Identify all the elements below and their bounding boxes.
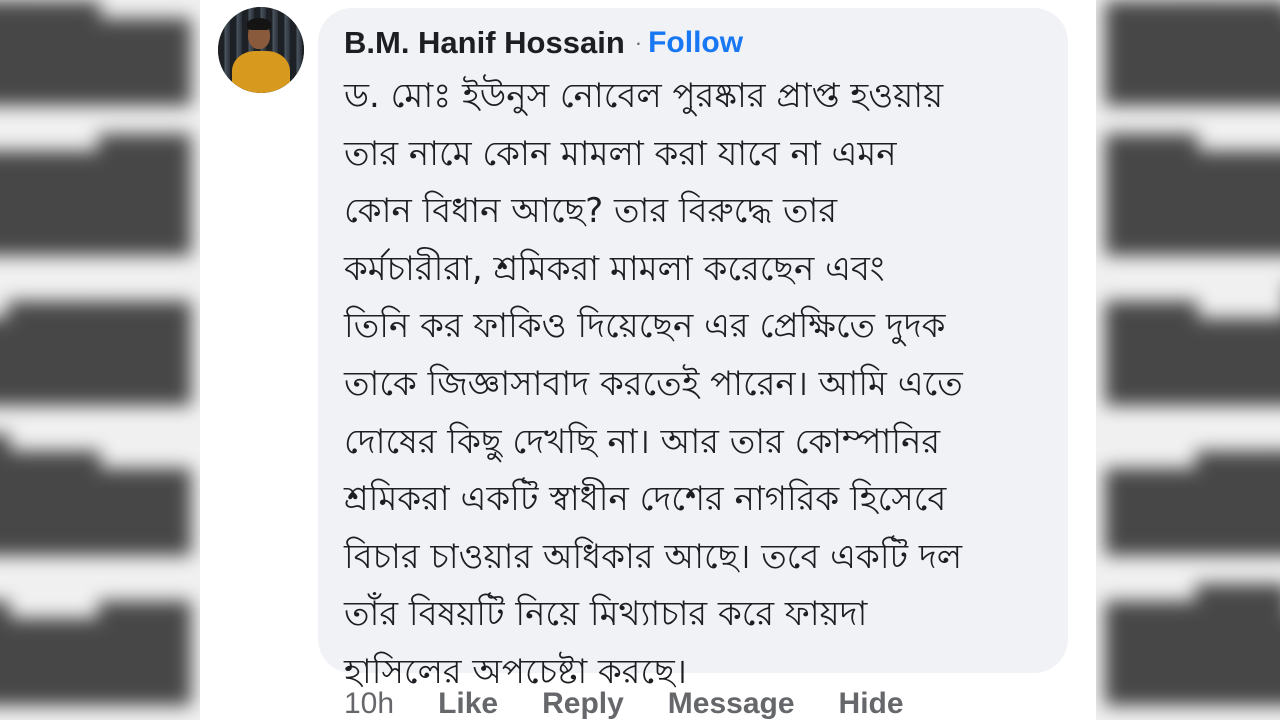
comment-text: ড. মোঃ ইউনুস নোবেল পুরষ্কার প্রাপ্ত হওয়… [344, 68, 1056, 702]
like-button[interactable]: Like [438, 687, 498, 720]
blurred-decoration: ▆▆▅▇▆▆▆▅▇▅▆▆▆▇▅ [1106, 0, 1280, 704]
comment-line: কোন বিধান আছে? তার বিরুদ্ধে তার [344, 191, 838, 232]
follow-button[interactable]: Follow [648, 26, 743, 60]
avatar-hair [247, 18, 271, 30]
blurred-decoration: ▆▆▅▆▆▇▅▆▆▇▆▅▆▅▆ [0, 0, 190, 704]
comment-line: তাঁর বিষয়টি নিয়ে মিথ্যাচার করে ফায়দা [344, 594, 868, 635]
reply-button[interactable]: Reply [542, 687, 624, 720]
comment-line: তার নামে কোন মামলা করা যাবে না এমন [344, 133, 897, 174]
comment-timestamp[interactable]: 10h [344, 687, 394, 720]
author-name[interactable]: B.M. Hanif Hossain [344, 25, 625, 61]
separator-dot: · [634, 30, 643, 55]
comment-line: তিনি কর ফাকিও দিয়েছেন এর প্রেক্ষিতে দুদ… [344, 306, 946, 347]
comment-line: তাকে জিজ্ঞাসাবাদ করতেই পারেন। আমি এতে [344, 363, 963, 404]
avatar[interactable] [218, 7, 304, 93]
comment-actions: 10h Like Reply Message Hide [344, 684, 948, 720]
message-button[interactable]: Message [668, 687, 795, 720]
comment-line: ড. মোঃ ইউনুস নোবেল পুরষ্কার প্রাপ্ত হওয়… [344, 76, 944, 116]
blurred-background-left: ▆▆▅▆▆▇▅▆▆▇▆▅▆▅▆ [0, 0, 200, 720]
comment-line: কর্মচারীরা, শ্রমিকরা মামলা করেছেন এবং [344, 248, 885, 289]
comment-line: বিচার চাওয়ার অধিকার আছে। তবে একটি দল [344, 536, 963, 577]
comment-line: দোষের কিছু দেখছি না। আর তার কোম্পানির [344, 421, 941, 462]
hide-button[interactable]: Hide [839, 687, 904, 720]
blurred-background-right: ▆▆▅▇▆▆▆▅▇▅▆▆▆▇▅ [1096, 0, 1280, 720]
screenshot-stage: ▆▆▅▆▆▇▅▆▆▇▆▅▆▅▆ ▆▆▅▇▆▆▆▅▇▅▆▆▆▇▅ B.M. Han… [0, 0, 1280, 720]
comment-header: B.M. Hanif Hossain · Follow [344, 22, 743, 64]
avatar-shirt [232, 51, 290, 93]
comment-line: শ্রমিকরা একটি স্বাধীন দেশের নাগরিক হিসেব… [344, 479, 947, 520]
